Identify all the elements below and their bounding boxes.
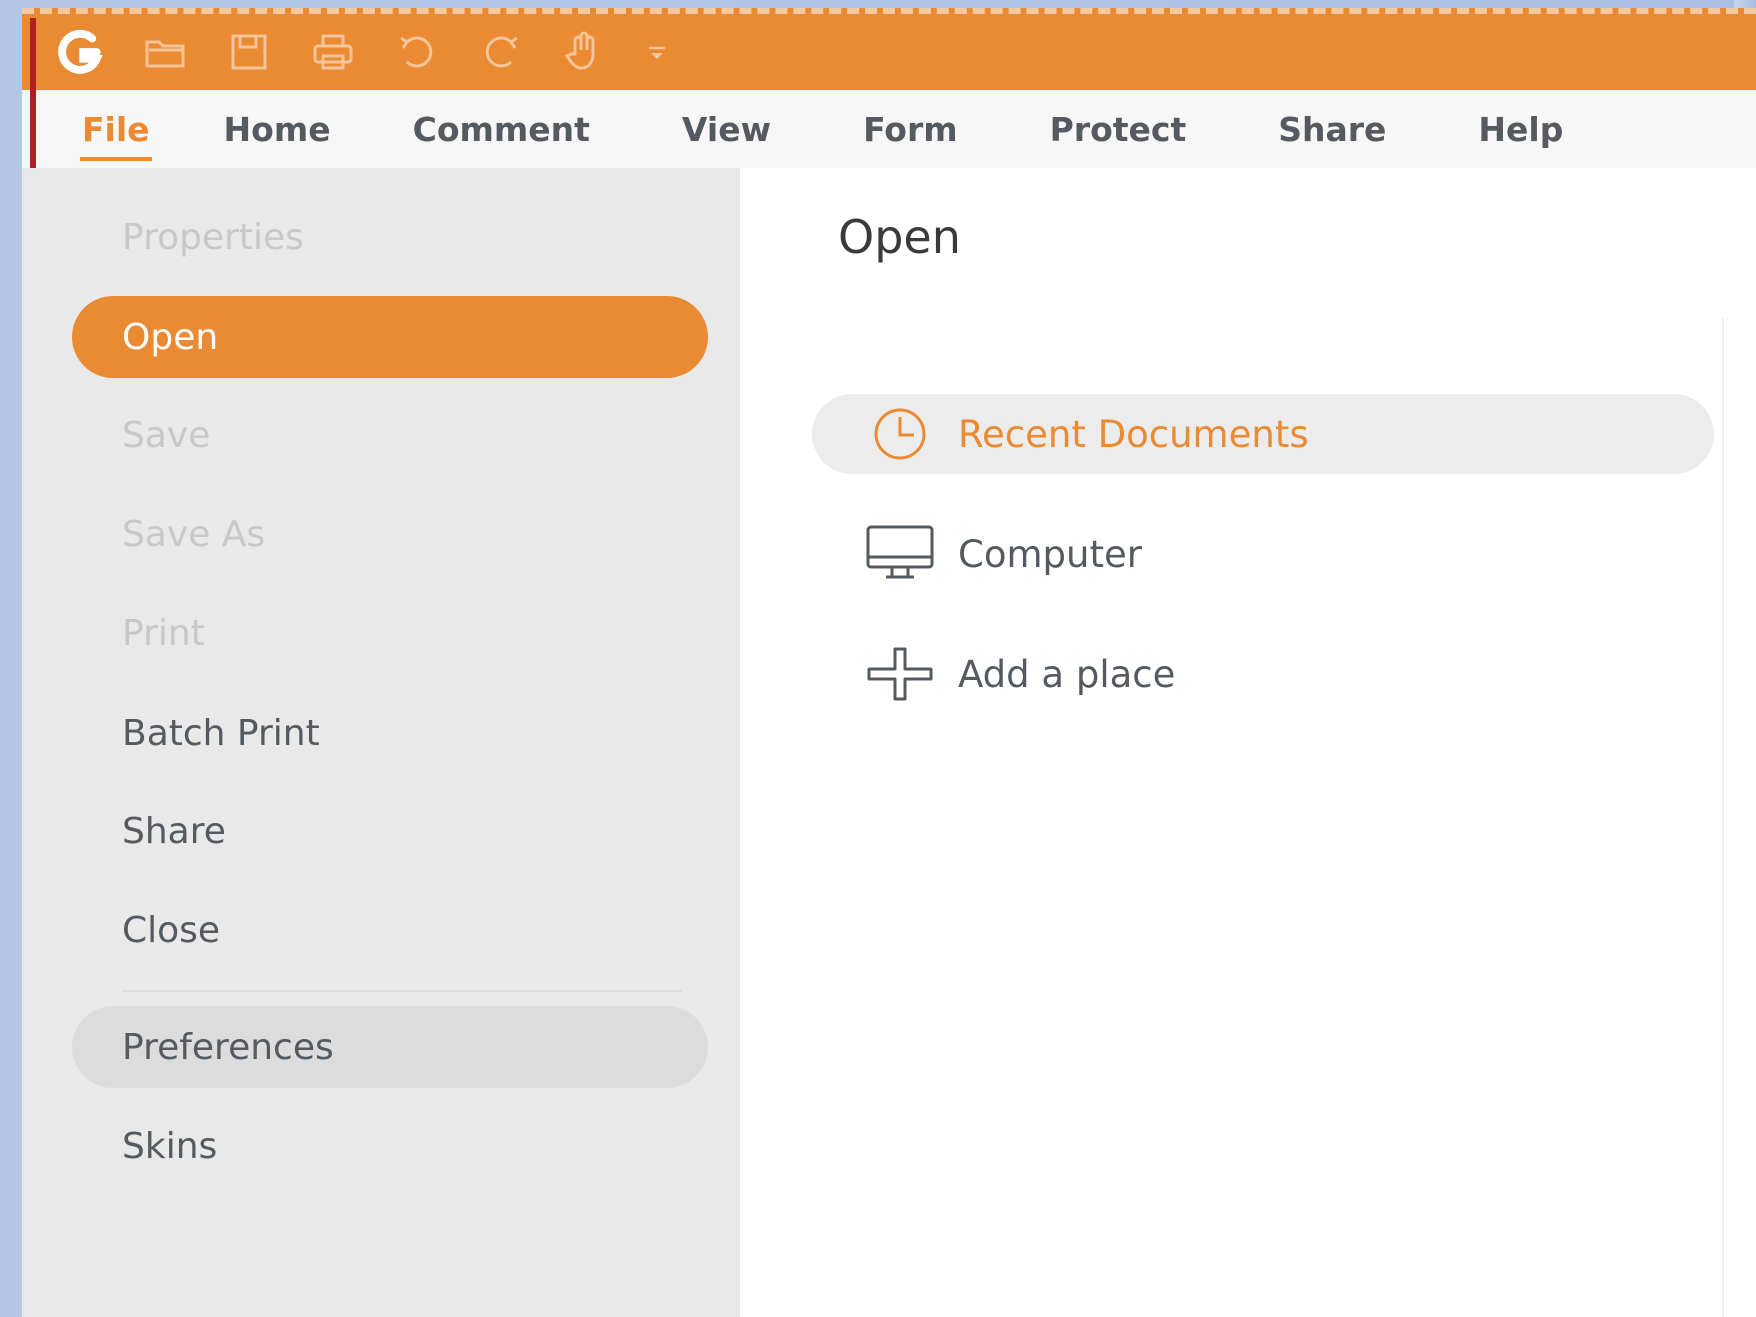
window-edge-accent — [30, 18, 36, 168]
save-icon[interactable] — [222, 25, 276, 79]
tab-file[interactable]: File — [62, 110, 170, 161]
print-icon[interactable] — [306, 25, 360, 79]
tab-home[interactable]: Home — [204, 110, 351, 149]
sidebar-item-save-as[interactable]: Save As — [72, 493, 708, 575]
computer-option[interactable]: Computer — [812, 514, 1714, 594]
open-folder-icon[interactable] — [138, 25, 192, 79]
sidebar-item-print[interactable]: Print — [72, 592, 708, 674]
app-logo-icon[interactable] — [54, 25, 108, 79]
sidebar-item-skins[interactable]: Skins — [72, 1105, 708, 1187]
computer-label: Computer — [958, 532, 1142, 576]
tab-view[interactable]: View — [662, 110, 791, 149]
plus-icon — [862, 641, 938, 707]
tab-form[interactable]: Form — [843, 110, 978, 149]
sidebar-item-open[interactable]: Open — [72, 296, 708, 378]
hand-tool-icon[interactable] — [558, 25, 612, 79]
tab-help[interactable]: Help — [1458, 110, 1583, 149]
recent-documents-label: Recent Documents — [958, 412, 1309, 456]
clock-icon — [862, 401, 938, 467]
page-title: Open — [838, 210, 961, 264]
customize-dropdown-icon[interactable] — [642, 25, 672, 79]
backstage-sidebar: Properties Open Save Save As Print Batch… — [22, 168, 740, 1317]
open-panel: Open Recent Documents Computer Add a pla… — [740, 168, 1756, 1317]
menu-bar: File Home Comment View Form Protect Shar… — [22, 90, 1756, 168]
redo-icon[interactable] — [474, 25, 528, 79]
app-window: File Home Comment View Form Protect Shar… — [22, 8, 1756, 1317]
tab-share[interactable]: Share — [1258, 110, 1406, 149]
sidebar-item-save[interactable]: Save — [72, 394, 708, 476]
sidebar-item-properties[interactable]: Properties — [72, 196, 708, 278]
sidebar-item-batch-print[interactable]: Batch Print — [72, 692, 708, 774]
sidebar-item-preferences[interactable]: Preferences — [72, 1006, 708, 1088]
tab-comment[interactable]: Comment — [393, 110, 610, 149]
sidebar-divider — [122, 990, 682, 992]
sidebar-item-close[interactable]: Close — [72, 889, 708, 971]
add-a-place-option[interactable]: Add a place — [812, 634, 1714, 714]
recent-documents-option[interactable]: Recent Documents — [812, 394, 1714, 474]
title-bar — [22, 8, 1756, 90]
undo-icon[interactable] — [390, 25, 444, 79]
panel-divider — [1722, 318, 1724, 1317]
monitor-icon — [862, 521, 938, 587]
tab-protect[interactable]: Protect — [1030, 110, 1207, 149]
sidebar-item-share[interactable]: Share — [72, 790, 708, 872]
add-a-place-label: Add a place — [958, 652, 1176, 696]
